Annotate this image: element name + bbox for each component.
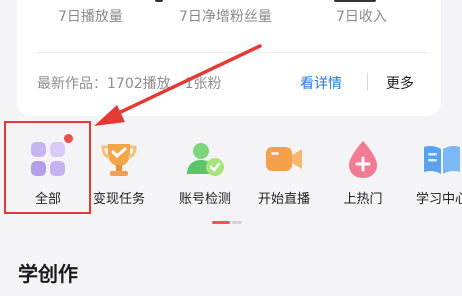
latest-work-summary: 最新作品：1702播放，1张粉 [37, 76, 222, 92]
section-title: 学创作 [18, 262, 78, 286]
stats-card: 7日播放量 7日净增粉丝量 7日收入 最新作品：1702播放，1张粉 看详情 更… [17, 0, 441, 116]
tool-account-check[interactable]: 账号检测 [163, 118, 247, 218]
tool-label: 学习中心 [415, 192, 462, 207]
tool-label: 上热门 [343, 192, 383, 207]
more-button[interactable]: 更多 [386, 73, 414, 93]
flame-drop-icon [349, 141, 377, 178]
trophy-icon [101, 144, 137, 176]
book-icon [424, 145, 460, 174]
tool-learning-center[interactable]: 学习中心 [400, 118, 462, 218]
stats-row: 7日播放量 7日净增粉丝量 7日收入 [17, 6, 441, 26]
video-camera-icon [266, 147, 302, 171]
page-indicator-active [212, 221, 230, 224]
view-details-link[interactable]: 看详情 [300, 73, 342, 93]
tool-label: 账号检测 [178, 192, 231, 207]
tool-boost-trending[interactable]: 上热门 [321, 118, 405, 218]
page-indicator-inactive [232, 221, 242, 224]
account-check-icon [187, 143, 224, 176]
stat-label-plays[interactable]: 7日播放量 [58, 6, 123, 26]
tool-label: 开始直播 [257, 192, 310, 207]
stat-value-fragment [155, 0, 163, 2]
stat-label-income[interactable]: 7日收入 [336, 6, 387, 26]
stat-value-fragment [334, 0, 376, 2]
page-indicator [212, 221, 242, 224]
tool-start-live[interactable]: 开始直播 [242, 118, 326, 218]
stat-label-net-followers[interactable]: 7日净增粉丝量 [179, 6, 272, 26]
divider [36, 52, 428, 53]
highlight-box [4, 121, 91, 214]
separator [367, 73, 368, 91]
